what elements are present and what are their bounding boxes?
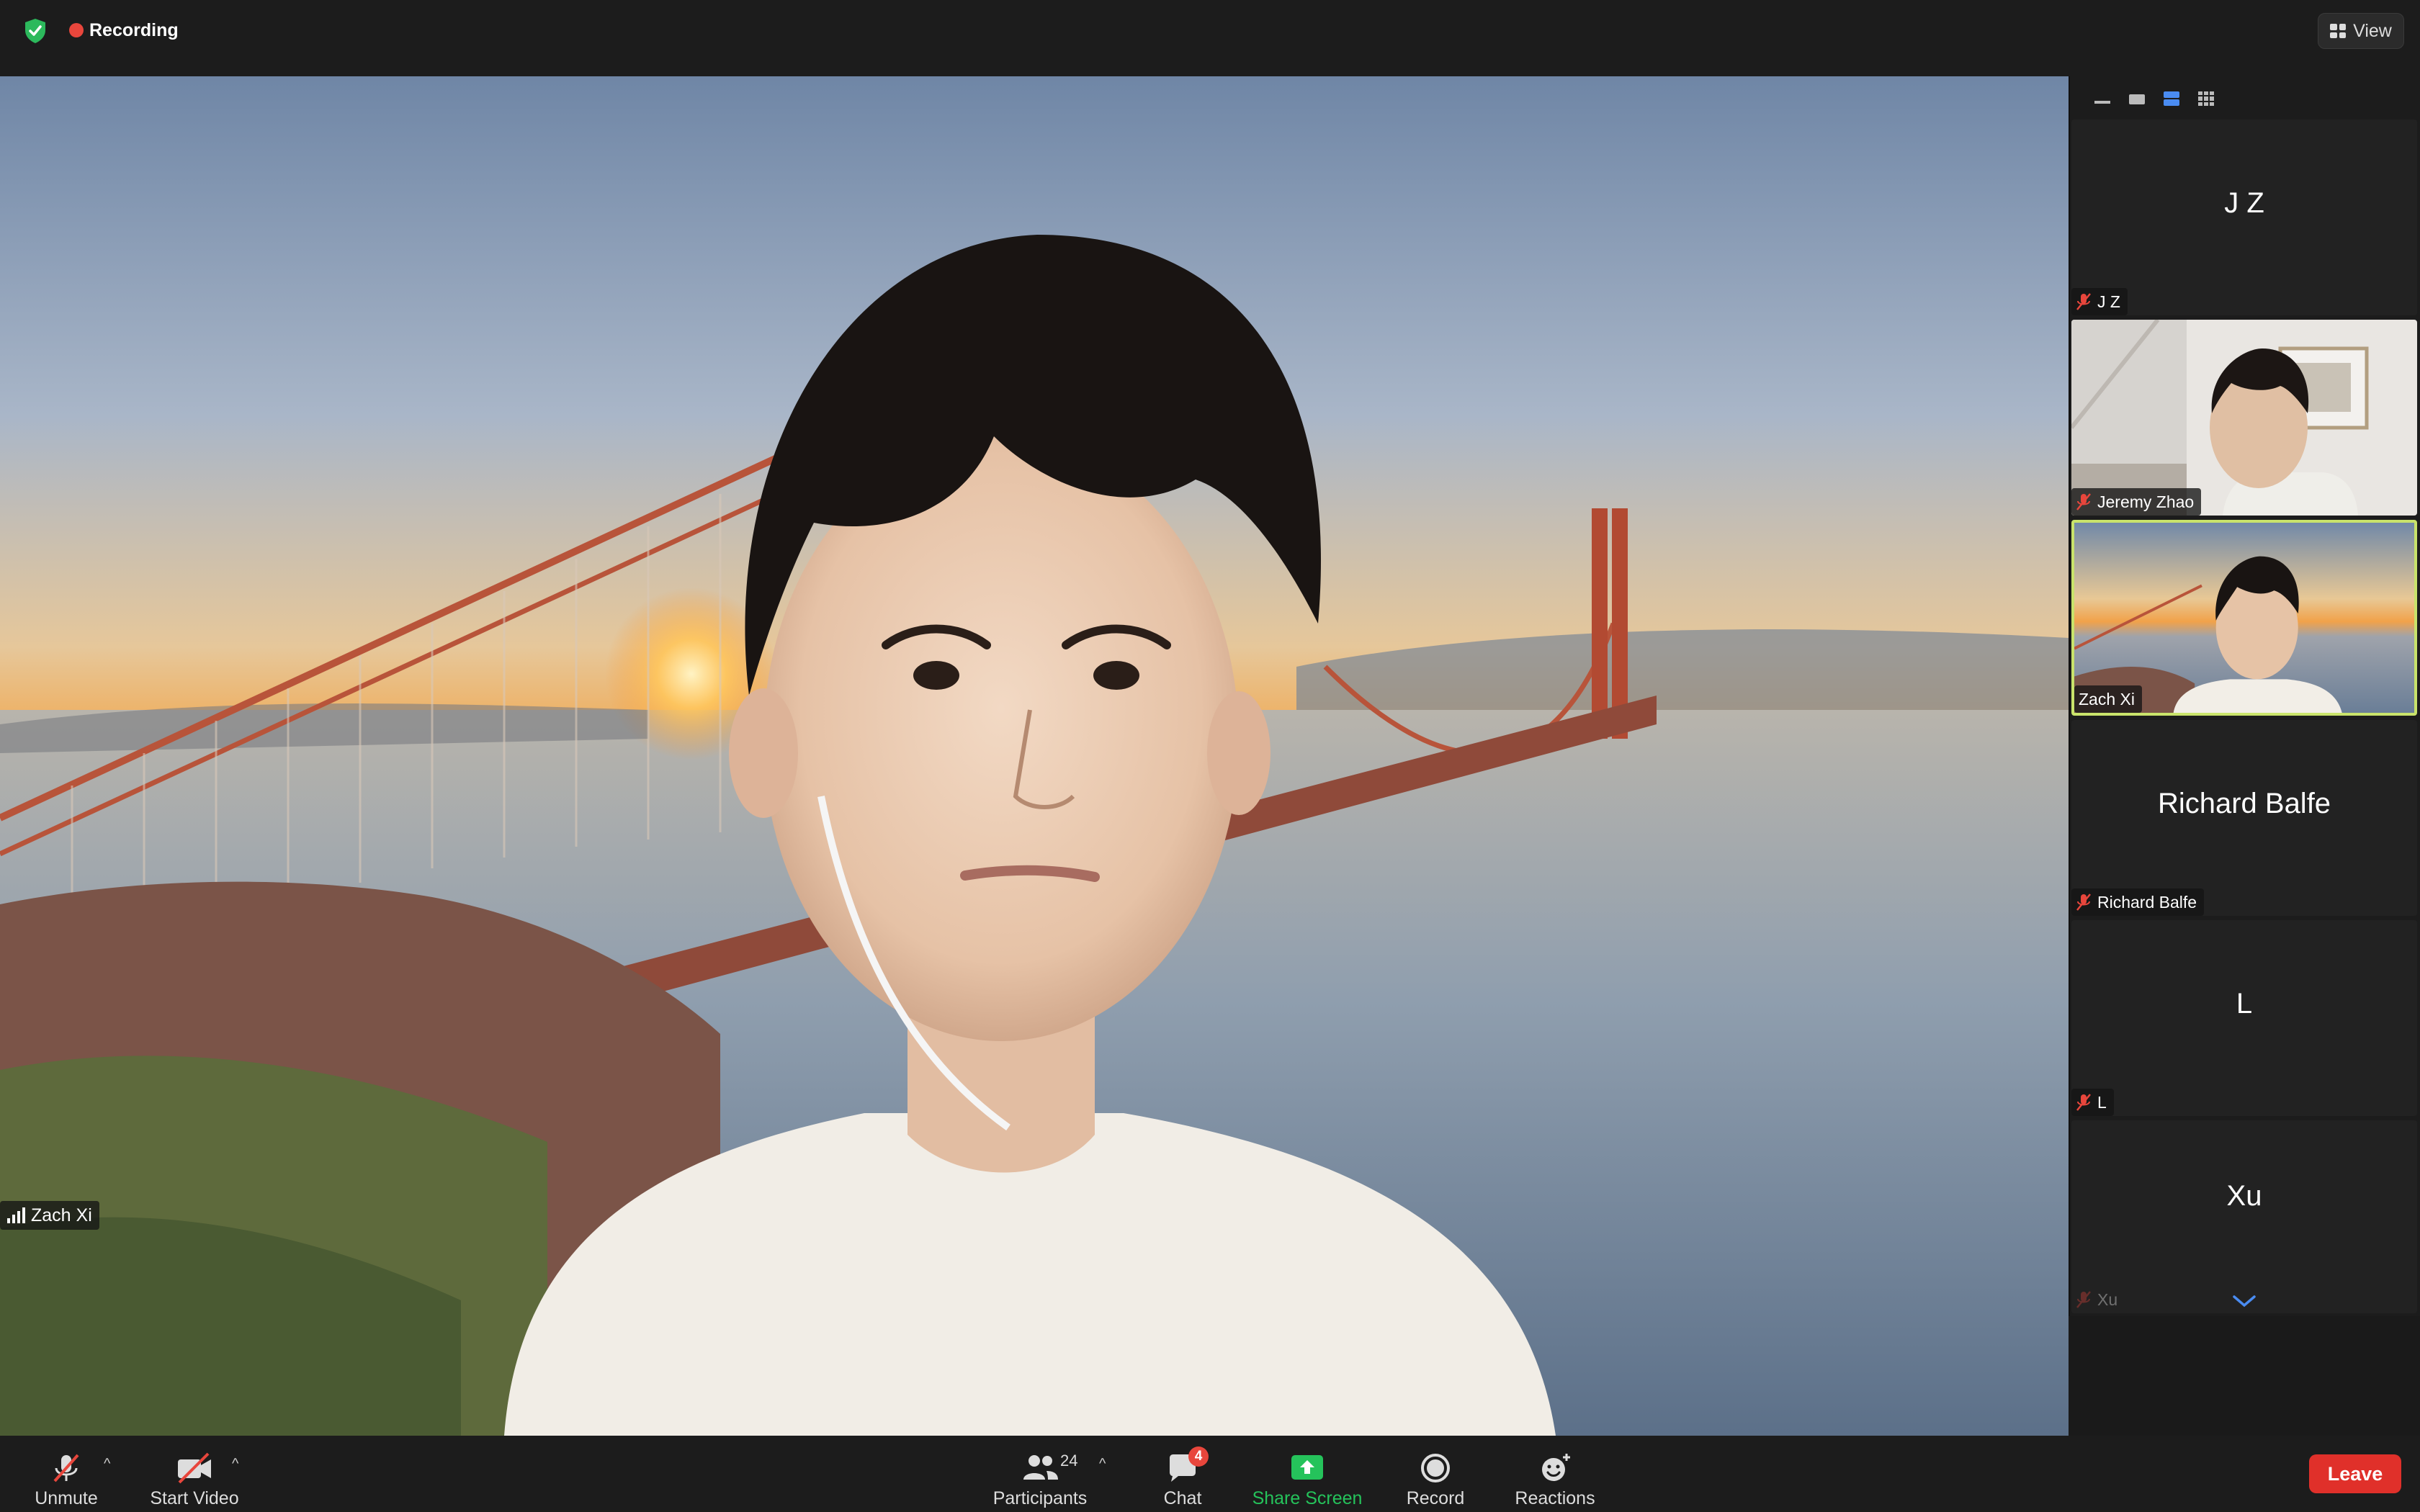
tile-name-tag: J Z [2071,288,2128,315]
grid-icon [2330,24,2347,38]
tile-label: J Z [2097,292,2120,311]
participant-tile[interactable]: Xu Xu [2071,1120,2417,1313]
tile-display-name: Richard Balfe [2157,787,2331,819]
recording-label[interactable]: Recording [89,16,179,45]
tile-name-tag: Richard Balfe [2071,888,2205,916]
mic-off-icon [2076,493,2091,510]
participant-tile-active[interactable]: Zach Xi [2071,520,2417,716]
tile-label: Zach Xi [2079,690,2135,708]
main-speaker-name: Zach Xi [31,1205,92,1225]
mic-off-icon [2076,293,2091,310]
shield-check-icon[interactable] [23,17,48,45]
chat-unread-badge: 4 [1188,1446,1209,1467]
reactions-label: Reactions [1515,1488,1595,1508]
participant-tile[interactable]: J Z J Z [2071,120,2417,315]
unmute-label: Unmute [35,1488,98,1508]
participant-tile[interactable]: Jeremy Zhao [2071,320,2417,516]
tile-display-name: L [2236,987,2253,1020]
tile-name-tag: Xu [2071,1286,2125,1313]
mic-off-icon [2076,1094,2091,1111]
chevron-down-icon[interactable] [2232,1293,2257,1309]
share-screen-button[interactable]: Share Screen [1247,1443,1367,1509]
tile-label: Xu [2097,1290,2118,1309]
mic-off-icon [53,1454,79,1482]
virtual-background-image [0,76,2069,1436]
share-screen-label: Share Screen [1252,1488,1363,1508]
view-label: View [2353,20,2392,41]
record-icon [1421,1454,1450,1482]
chat-button[interactable]: 4 Chat [1152,1443,1213,1509]
tile-name-tag: Zach Xi [2074,685,2142,713]
video-options-caret-icon[interactable]: ^ [232,1456,238,1472]
top-bar: Recording View [0,0,2420,76]
strip-view-icon[interactable] [2162,91,2181,107]
video-off-icon [178,1452,211,1484]
reactions-button[interactable]: Reactions [1510,1443,1600,1509]
signal-strength-icon [7,1207,25,1223]
main-speaker-name-tag: Zach Xi [0,1201,99,1230]
people-icon [1023,1455,1058,1480]
record-label: Record [1406,1488,1465,1508]
participant-video-image [2074,523,2414,713]
tile-name-tag: L [2071,1089,2114,1116]
participants-label: Participants [992,1488,1088,1508]
chat-label: Chat [1163,1488,1202,1508]
tile-display-name: Xu [2226,1179,2262,1212]
participant-video-image [2071,320,2417,516]
mic-off-icon [2076,894,2091,911]
single-view-icon[interactable] [2128,91,2146,107]
participant-tile[interactable]: Richard Balfe Richard Balfe [2071,720,2417,916]
minimize-icon[interactable] [2093,91,2112,107]
audio-options-caret-icon[interactable]: ^ [104,1456,110,1472]
unmute-button[interactable]: Unmute [29,1443,104,1509]
start-video-button[interactable]: Start Video [144,1443,245,1509]
record-dot-icon [69,23,84,37]
participant-tile[interactable]: L L [2071,920,2417,1116]
record-button[interactable]: Record [1403,1443,1468,1509]
share-screen-icon [1291,1455,1323,1480]
gallery-grid-icon[interactable] [2197,91,2215,107]
mic-off-icon [2076,1291,2091,1308]
tile-label: Richard Balfe [2097,893,2197,912]
participants-count: 24 [1060,1452,1078,1470]
meeting-toolbar: Unmute ^ Start Video ^ Participants 24 ^… [0,1436,2420,1512]
tile-label: L [2097,1093,2107,1112]
panel-view-toolbar [2093,84,2215,114]
main-speaker-video[interactable]: Zach Xi [0,76,2069,1436]
leave-button[interactable]: Leave [2309,1454,2401,1493]
start-video-label: Start Video [150,1488,239,1508]
tile-display-name: J Z [2224,186,2264,219]
participants-options-caret-icon[interactable]: ^ [1099,1456,1106,1472]
view-button[interactable]: View [2318,13,2404,49]
tile-label: Jeremy Zhao [2097,492,2195,511]
tile-name-tag: Jeremy Zhao [2071,488,2202,516]
smiley-plus-icon [1542,1454,1570,1481]
